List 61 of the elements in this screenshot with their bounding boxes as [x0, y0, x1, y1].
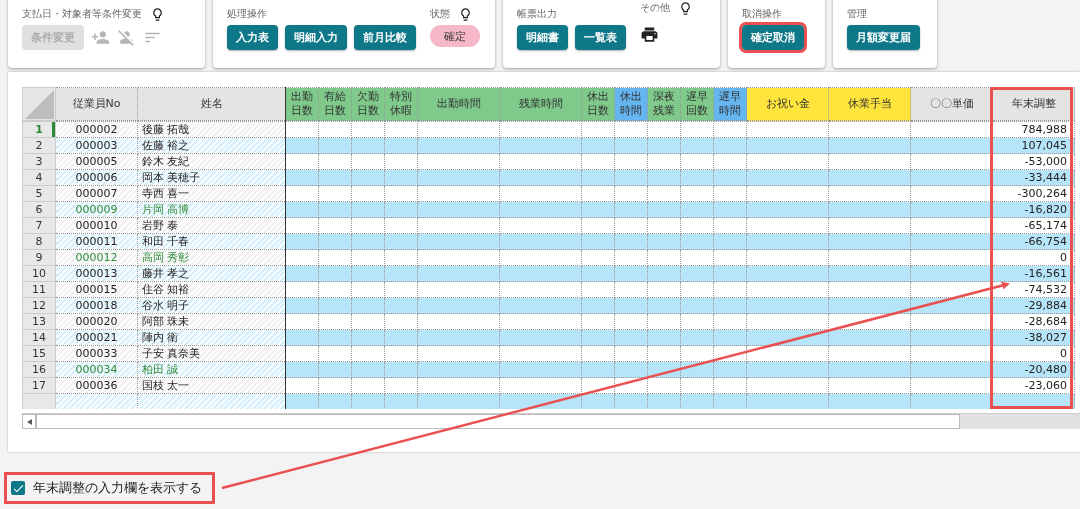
print-icon[interactable]: [640, 25, 659, 44]
checkbox-label: 年末調整の入力欄を表示する: [33, 479, 202, 497]
column-header: 欠勤日数: [351, 87, 385, 121]
column-header: 〇〇単価: [910, 87, 993, 121]
group-title: 支払日・対象者等条件変更: [22, 7, 142, 21]
column-header: 残業時間: [499, 87, 582, 121]
lightbulb-icon: [458, 6, 473, 22]
column-header: 休出時間: [614, 87, 648, 121]
column-header: 従業員No: [55, 87, 138, 121]
table-cell: 阿部 珠未: [137, 313, 286, 330]
status-badge: 確定: [430, 25, 480, 47]
table-cell: 000002: [55, 121, 138, 138]
checkbox-row[interactable]: 年末調整の入力欄を表示する: [4, 472, 215, 504]
table-cell: 藤井 孝之: [137, 265, 286, 282]
group-title: 処理操作: [227, 7, 267, 21]
action-button[interactable]: 明細入力: [285, 25, 347, 50]
scroll-left-icon[interactable]: [26, 418, 32, 425]
column-header: 姓名: [137, 87, 286, 121]
column-header: 出勤日数: [285, 87, 319, 121]
table-cell: 後藤 拓哉: [137, 121, 286, 138]
table-cell: 和田 千春: [137, 233, 286, 250]
table-cell: 陣内 衛: [137, 329, 286, 346]
table-cell: 鈴木 友紀: [137, 153, 286, 170]
action-button[interactable]: 確定取消: [742, 25, 804, 50]
action-button[interactable]: 月額変更届: [847, 25, 920, 50]
action-button[interactable]: 入力表: [227, 25, 278, 50]
lightbulb-icon: [678, 0, 693, 16]
group-title: 管理: [847, 7, 867, 21]
table-cell: 高岡 秀彰: [137, 249, 286, 266]
table-cell: 寺西 喜一: [137, 185, 286, 202]
lightbulb-icon: [150, 6, 165, 22]
column-header: 遅早回数: [680, 87, 714, 121]
checkbox[interactable]: [11, 481, 25, 495]
table-cell: 岡本 美穂子: [137, 169, 286, 186]
action-button[interactable]: 明細書: [517, 25, 568, 50]
column-header: 深夜残業: [647, 87, 681, 121]
column-header: お祝い金: [746, 87, 829, 121]
table-cell: 谷水 明子: [137, 297, 286, 314]
table-cell: 片岡 高博: [137, 201, 286, 218]
status-label: 状態: [430, 7, 450, 21]
action-button[interactable]: 一覧表: [575, 25, 626, 50]
corner-cell: [22, 87, 56, 121]
column-header: 特別休暇: [384, 87, 418, 121]
person-off-icon[interactable]: [117, 28, 136, 47]
table-cell: 子安 真奈美: [137, 345, 286, 362]
column-header: 有給日数: [318, 87, 352, 121]
action-button[interactable]: 前月比較: [354, 25, 416, 50]
column-header: 遅早時間: [713, 87, 747, 121]
column-header: 出勤時間: [417, 87, 500, 121]
group-title: 取消操作: [742, 7, 782, 21]
column-header: 休業手当: [828, 87, 911, 121]
table-cell: 柏田 誠: [137, 361, 286, 378]
row-number[interactable]: 1: [22, 121, 56, 138]
other-label: その他: [640, 1, 670, 15]
table-cell: 佐藤 裕之: [137, 137, 286, 154]
table-cell: 岩野 泰: [137, 217, 286, 234]
group-title: 帳票出力: [517, 7, 557, 21]
horizontal-scrollbar[interactable]: [22, 413, 1080, 429]
column-header: 休出日数: [581, 87, 615, 121]
table-cell: 住谷 知裕: [137, 281, 286, 298]
table-cell: 国枝 太一: [137, 377, 286, 394]
